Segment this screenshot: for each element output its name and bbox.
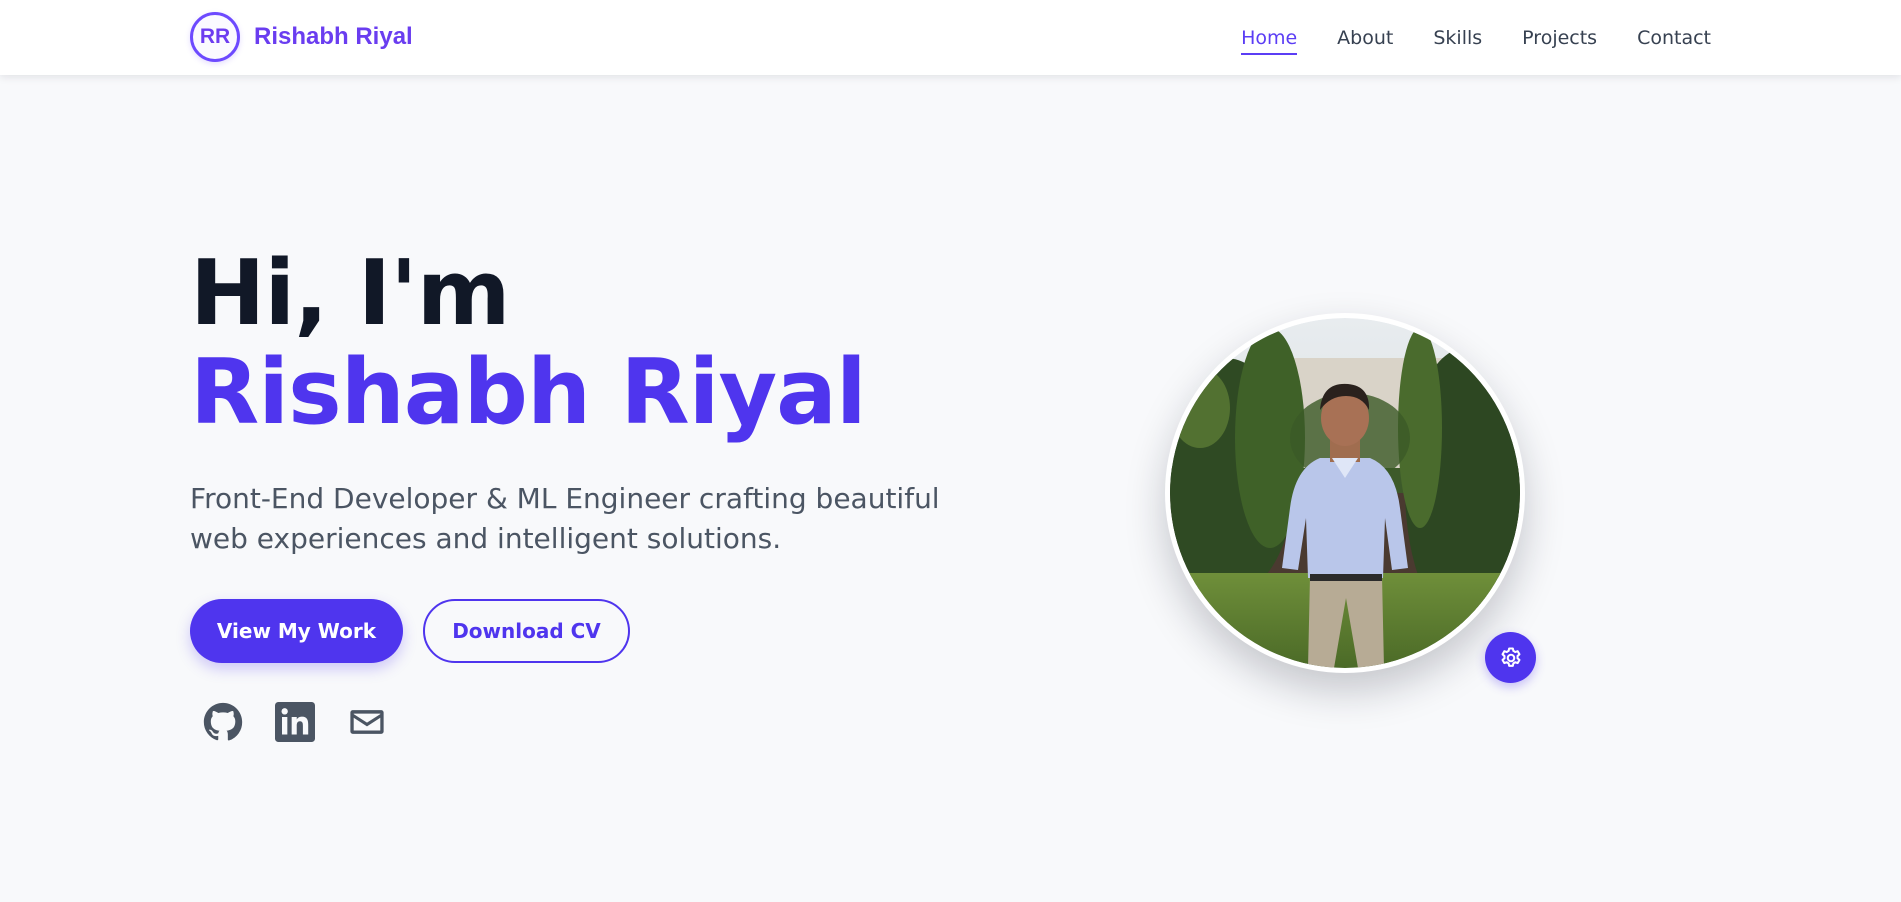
brand-logo[interactable]: RR Rishabh Riyal (190, 12, 413, 62)
brand-initials-badge: RR (190, 12, 240, 62)
download-cv-button[interactable]: Download CV (423, 599, 630, 663)
social-links (190, 701, 970, 743)
settings-button[interactable] (1485, 632, 1536, 683)
profile-photo-frame (1165, 313, 1525, 673)
hero-greeting: Hi, I'm (190, 241, 511, 346)
main-nav: Home About Skills Projects Contact (1241, 0, 1711, 75)
view-my-work-button[interactable]: View My Work (190, 599, 403, 663)
hero-tagline-line: Front-End Developer & ML Engineer crafti… (190, 482, 940, 515)
site-header: RR Rishabh Riyal Home About Skills Proje… (0, 0, 1901, 75)
hero-buttons: View My Work Download CV (190, 599, 970, 663)
github-icon[interactable] (202, 701, 244, 743)
profile-photo (1170, 318, 1520, 668)
hero-name: Rishabh Riyal (190, 340, 867, 445)
nav-item-skills[interactable]: Skills (1433, 23, 1482, 53)
nav-item-home[interactable]: Home (1241, 23, 1298, 55)
hero-tagline-line: web experiences and intelligent solution… (190, 522, 782, 555)
linkedin-icon[interactable] (274, 701, 316, 743)
brand-name: Rishabh Riyal (254, 23, 413, 50)
nav-item-projects[interactable]: Projects (1522, 23, 1597, 53)
hero-intro: Hi, I'm Rishabh Riyal Front-End Develope… (190, 245, 970, 743)
nav-item-contact[interactable]: Contact (1637, 23, 1711, 53)
nav-item-about[interactable]: About (1337, 23, 1393, 53)
hero-tagline: Front-End Developer & ML Engineer crafti… (190, 479, 950, 559)
gear-icon (1501, 646, 1520, 667)
mail-icon[interactable] (346, 701, 388, 743)
